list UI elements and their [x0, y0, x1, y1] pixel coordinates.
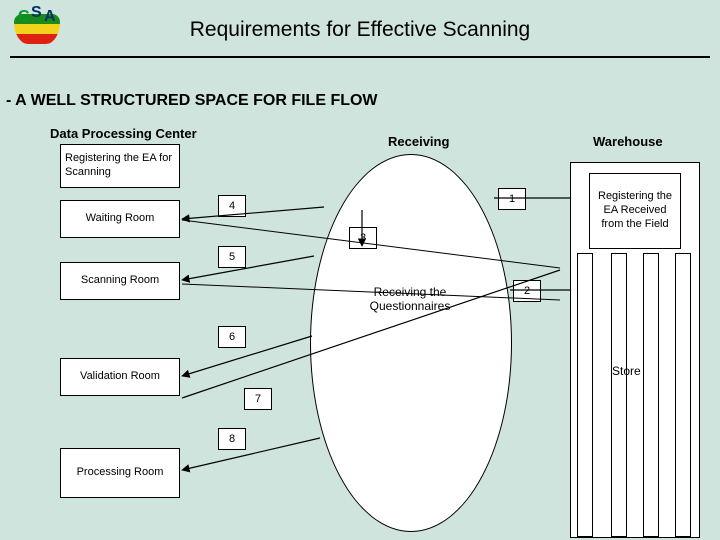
flow-tag-2: 2: [513, 280, 541, 302]
slide-title: Requirements for Effective Scanning: [0, 18, 720, 42]
shelf-col: [643, 253, 659, 537]
shelf-col: [611, 253, 627, 537]
flow-tag-5: 5: [218, 246, 246, 268]
flow-tag-8: 8: [218, 428, 246, 450]
warehouse-block: Registering the EA Received from the Fie…: [570, 162, 700, 538]
store-label: Store: [612, 364, 641, 378]
room-scanning: Scanning Room: [60, 262, 180, 300]
room-processing: Processing Room: [60, 448, 180, 498]
flow-tag-4: 4: [218, 195, 246, 217]
room-waiting: Waiting Room: [60, 200, 180, 238]
room-registering: Registering the EA for Scanning: [60, 144, 180, 188]
shelf-col: [675, 253, 691, 537]
subtitle: - A WELL STRUCTURED SPACE FOR FILE FLOW: [6, 92, 378, 110]
header: CSA Requirements for Effective Scanning: [0, 0, 720, 60]
flow-tag-7: 7: [244, 388, 272, 410]
section-label-dpc: Data Processing Center: [50, 126, 197, 141]
receiving-oval: [310, 154, 512, 532]
section-label-receiving: Receiving: [388, 134, 449, 149]
oval-caption: Receiving the Questionnaires: [340, 285, 480, 313]
flow-tag-3: 3: [349, 227, 377, 249]
flow-tag-6: 6: [218, 326, 246, 348]
room-validation: Validation Room: [60, 358, 180, 396]
divider: [10, 56, 710, 58]
warehouse-register-box: Registering the EA Received from the Fie…: [589, 173, 681, 249]
shelf-col: [577, 253, 593, 537]
section-label-warehouse: Warehouse: [593, 134, 663, 149]
flow-tag-1: 1: [498, 188, 526, 210]
